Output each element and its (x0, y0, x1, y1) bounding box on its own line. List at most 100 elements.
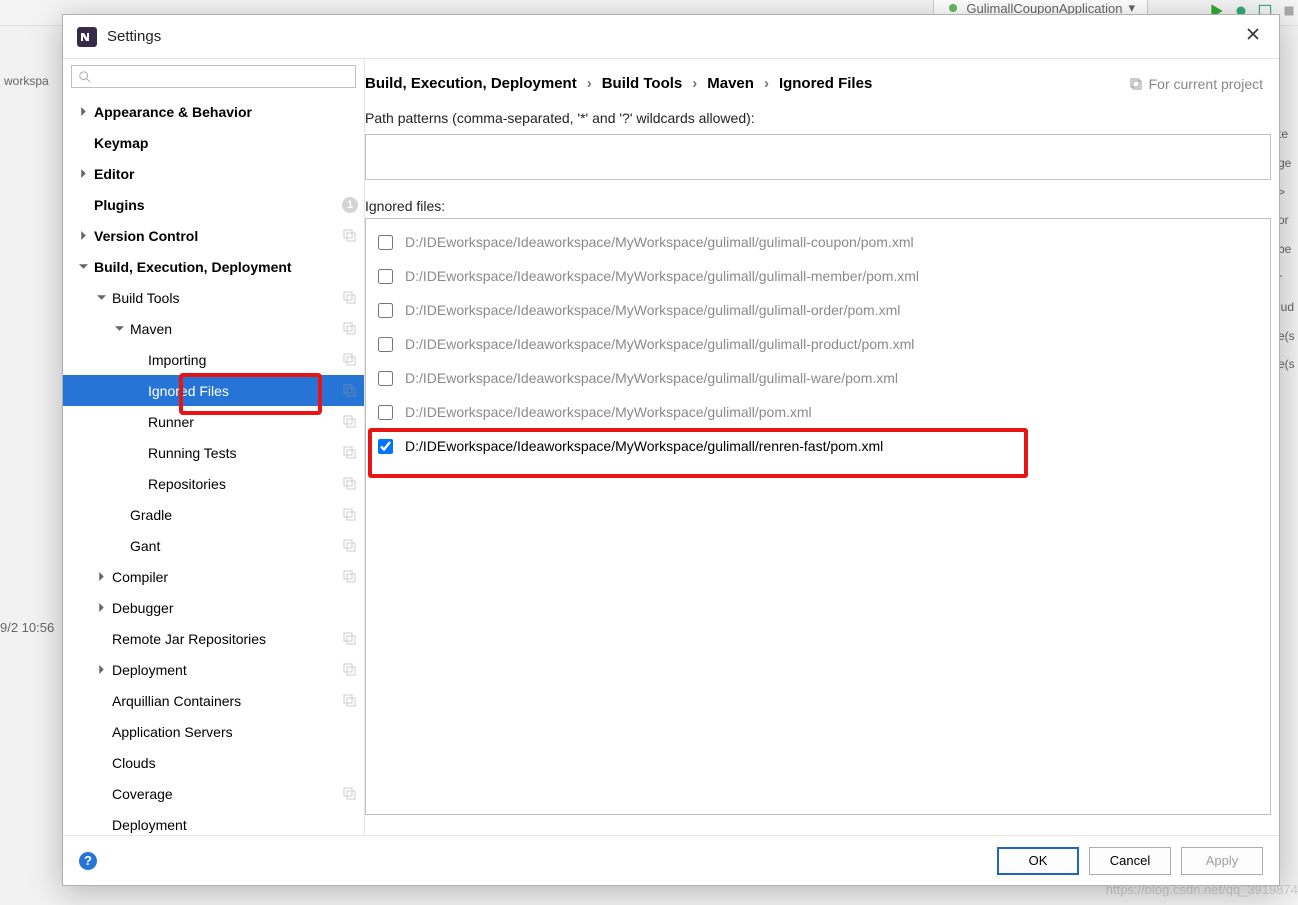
project-icon (342, 569, 358, 585)
dialog-title: Settings (107, 28, 161, 45)
tree-item-arquillian-containers[interactable]: Arquillian Containers (63, 685, 364, 716)
search-icon (78, 70, 92, 84)
arrow-placeholder (131, 385, 143, 397)
arrow-placeholder (131, 354, 143, 366)
tree-item-appearance-behavior[interactable]: Appearance & Behavior (63, 96, 364, 127)
ignored-file-checkbox[interactable] (378, 303, 393, 318)
titlebar: Settings (63, 15, 1279, 59)
ignored-file-checkbox[interactable] (378, 269, 393, 284)
ignored-file-row[interactable]: D:/IDEworkspace/Ideaworkspace/MyWorkspac… (370, 395, 1266, 429)
tree-item-debugger[interactable]: Debugger (63, 592, 364, 623)
tree-item-coverage[interactable]: Coverage (63, 778, 364, 809)
ignored-file-row[interactable]: D:/IDEworkspace/Ideaworkspace/MyWorkspac… (370, 327, 1266, 361)
tree-item-label: Importing (148, 352, 338, 368)
project-icon (342, 290, 358, 306)
tree-item-maven[interactable]: Maven (63, 313, 364, 344)
tree-item-label: Deployment (112, 662, 338, 678)
project-icon (342, 321, 358, 337)
chevron-right-icon (77, 230, 89, 242)
tree-item-clouds[interactable]: Clouds (63, 747, 364, 778)
bg-right-panel: tege>orberlude(se(s (1278, 120, 1298, 379)
close-button[interactable] (1241, 22, 1265, 51)
app-logo-icon (77, 27, 97, 47)
chevron-right-icon (95, 571, 107, 583)
help-button[interactable]: ? (79, 852, 97, 870)
tree-item-importing[interactable]: Importing (63, 344, 364, 375)
ignored-file-row[interactable]: D:/IDEworkspace/Ideaworkspace/MyWorkspac… (370, 259, 1266, 293)
ignored-file-path: D:/IDEworkspace/Ideaworkspace/MyWorkspac… (405, 268, 919, 284)
tree-item-running-tests[interactable]: Running Tests (63, 437, 364, 468)
tree-item-runner[interactable]: Runner (63, 406, 364, 437)
patterns-label: Path patterns (comma-separated, '*' and … (365, 106, 1271, 130)
tree-item-editor[interactable]: Editor (63, 158, 364, 189)
breadcrumb-segment: Build Tools (602, 75, 683, 92)
tree-item-label: Application Servers (112, 724, 358, 740)
tree-item-label: Coverage (112, 786, 338, 802)
ignored-file-path: D:/IDEworkspace/Ideaworkspace/MyWorkspac… (405, 370, 898, 386)
tree-item-label: Repositories (148, 476, 338, 492)
arrow-placeholder (113, 540, 125, 552)
tree-item-repositories[interactable]: Repositories (63, 468, 364, 499)
tree-item-label: Editor (94, 166, 358, 182)
tree-item-label: Build, Execution, Deployment (94, 259, 358, 275)
ignored-file-checkbox[interactable] (378, 439, 393, 454)
tree-item-build-tools[interactable]: Build Tools (63, 282, 364, 313)
tree-item-build-execution-deployment[interactable]: Build, Execution, Deployment (63, 251, 364, 282)
cancel-button[interactable]: Cancel (1089, 847, 1171, 875)
breadcrumb-segment: Build, Execution, Deployment (365, 75, 577, 92)
chevron-right-icon: › (587, 75, 592, 92)
tree-item-label: Keymap (94, 135, 358, 151)
tree-item-version-control[interactable]: Version Control (63, 220, 364, 251)
tree-item-label: Debugger (112, 600, 358, 616)
tree-item-label: Appearance & Behavior (94, 104, 358, 120)
tree-item-compiler[interactable]: Compiler (63, 561, 364, 592)
arrow-placeholder (95, 695, 107, 707)
ok-button[interactable]: OK (997, 847, 1079, 875)
ignored-file-checkbox[interactable] (378, 235, 393, 250)
tree-item-gradle[interactable]: Gradle (63, 499, 364, 530)
project-icon (342, 693, 358, 709)
settings-search[interactable] (71, 65, 356, 88)
arrow-placeholder (95, 819, 107, 831)
tree-item-label: Deployment (112, 817, 358, 833)
project-icon (342, 538, 358, 554)
project-icon (342, 445, 358, 461)
ignored-file-checkbox[interactable] (378, 405, 393, 420)
ignored-file-path: D:/IDEworkspace/Ideaworkspace/MyWorkspac… (405, 404, 812, 420)
project-icon (342, 786, 358, 802)
tree-item-gant[interactable]: Gant (63, 530, 364, 561)
chevron-down-icon (113, 323, 125, 335)
arrow-placeholder (131, 416, 143, 428)
breadcrumb-segment: Ignored Files (779, 75, 872, 92)
tree-item-remote-jar-repositories[interactable]: Remote Jar Repositories (63, 623, 364, 654)
ignored-file-checkbox[interactable] (378, 337, 393, 352)
bg-left-panel: workspa (0, 50, 60, 92)
apply-button[interactable]: Apply (1181, 847, 1263, 875)
tree-item-label: Clouds (112, 755, 358, 771)
tree-item-label: Running Tests (148, 445, 338, 461)
tree-item-label: Compiler (112, 569, 338, 585)
tree-item-deployment[interactable]: Deployment (63, 809, 364, 835)
arrow-placeholder (95, 633, 107, 645)
project-icon (342, 507, 358, 523)
stop-icon[interactable] (1280, 2, 1298, 20)
ignored-file-row[interactable]: D:/IDEworkspace/Ideaworkspace/MyWorkspac… (370, 225, 1266, 259)
tree-item-keymap[interactable]: Keymap (63, 127, 364, 158)
patterns-input[interactable] (365, 134, 1271, 180)
chevron-right-icon: › (764, 75, 769, 92)
ignored-file-path: D:/IDEworkspace/Ideaworkspace/MyWorkspac… (405, 234, 914, 250)
ignored-file-row[interactable]: D:/IDEworkspace/Ideaworkspace/MyWorkspac… (370, 361, 1266, 395)
tree-item-application-servers[interactable]: Application Servers (63, 716, 364, 747)
search-input[interactable] (96, 69, 349, 84)
tree-item-ignored-files[interactable]: Ignored Files (63, 375, 364, 406)
ignored-file-checkbox[interactable] (378, 371, 393, 386)
ignored-file-row[interactable]: D:/IDEworkspace/Ideaworkspace/MyWorkspac… (370, 293, 1266, 327)
ignored-file-row[interactable]: D:/IDEworkspace/Ideaworkspace/MyWorkspac… (370, 429, 1266, 463)
arrow-placeholder (95, 726, 107, 738)
tree-item-deployment[interactable]: Deployment (63, 654, 364, 685)
ignored-file-path: D:/IDEworkspace/Ideaworkspace/MyWorkspac… (405, 336, 914, 352)
badge: 1 (342, 197, 358, 213)
settings-dialog: Settings Appearance & Behavior Keymap Edit… (62, 14, 1280, 886)
tree-item-plugins[interactable]: Plugins1 (63, 189, 364, 220)
settings-sidebar: Appearance & Behavior Keymap Editor Plugins… (63, 59, 365, 835)
